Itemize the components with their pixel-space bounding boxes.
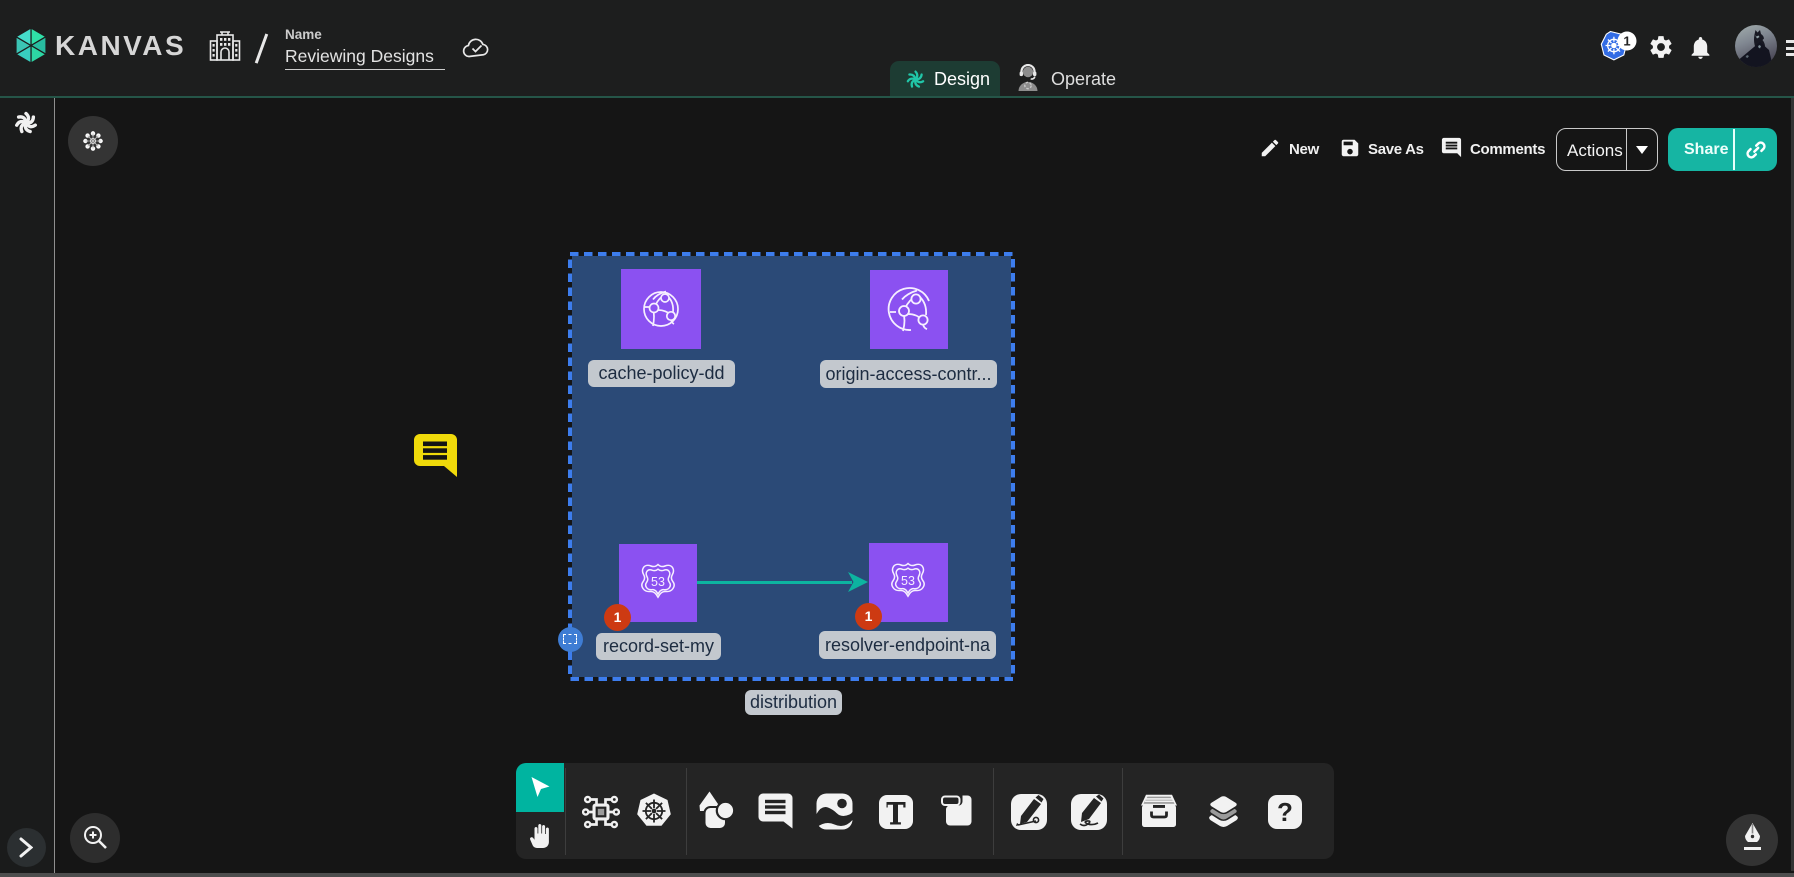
svg-text:53: 53 <box>901 574 915 588</box>
svg-text:?: ? <box>1277 797 1293 827</box>
svg-text:53: 53 <box>651 575 665 589</box>
svg-text:1: 1 <box>1623 34 1630 49</box>
